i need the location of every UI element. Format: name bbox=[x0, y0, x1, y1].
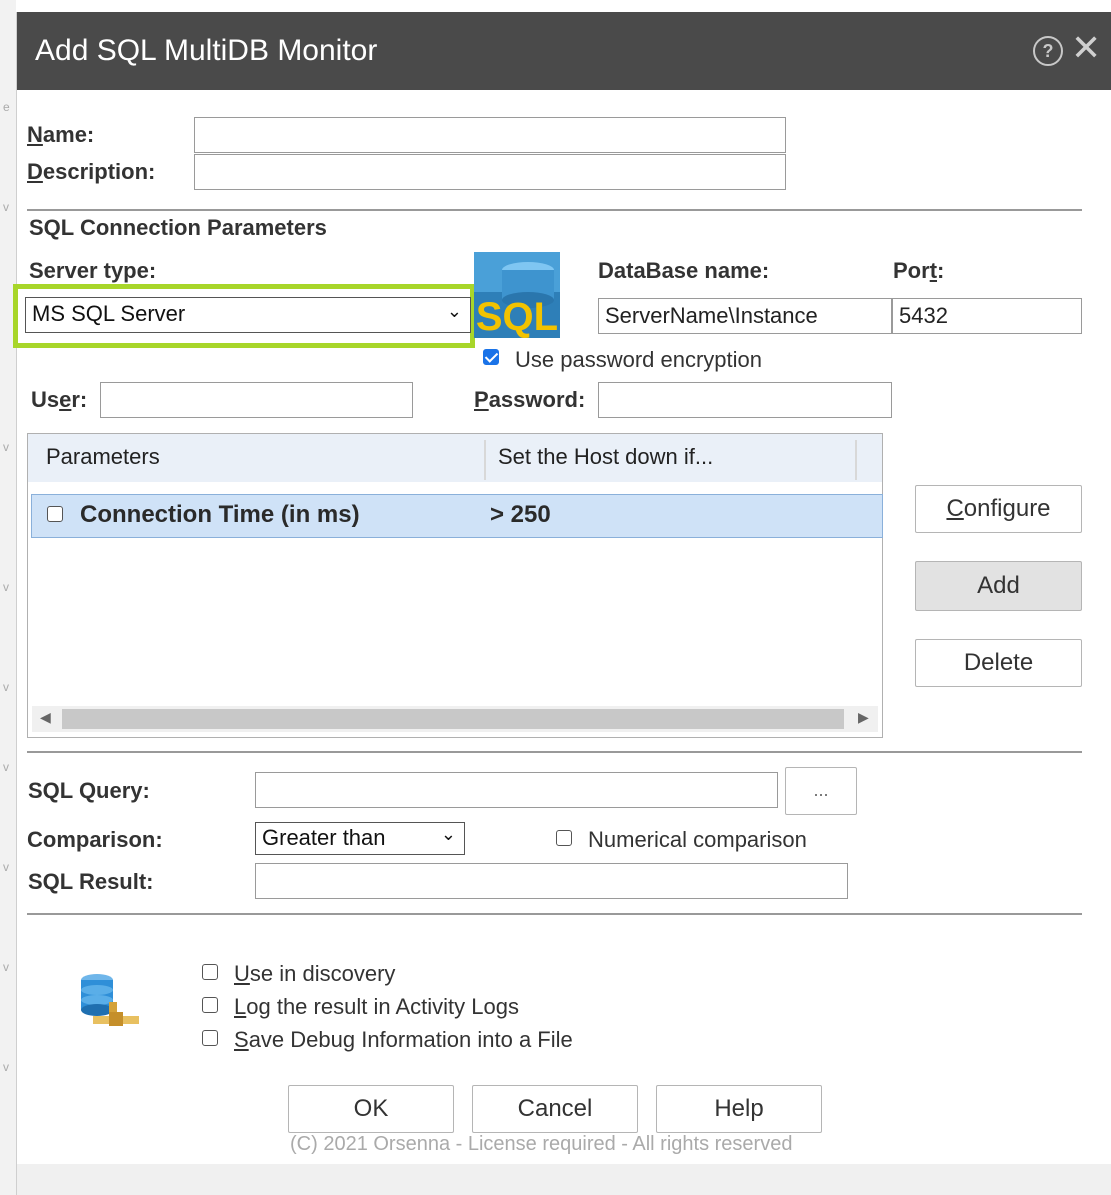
port-label: Port: bbox=[893, 258, 945, 283]
description-input[interactable] bbox=[194, 154, 786, 190]
database-name-label: DataBase name: bbox=[598, 258, 770, 283]
dialog-titlebar: Add SQL MultiDB Monitor ? ✕ bbox=[17, 12, 1111, 90]
scrollbar-thumb[interactable] bbox=[62, 709, 844, 729]
chevron-down-icon: ⌄ bbox=[440, 824, 456, 844]
scroll-left-icon[interactable]: ◀ bbox=[40, 709, 51, 726]
column-header-parameters[interactable]: Parameters bbox=[46, 444, 160, 470]
scroll-right-icon[interactable]: ▶ bbox=[858, 709, 869, 726]
numerical-comparison-checkbox[interactable] bbox=[556, 830, 572, 846]
divider bbox=[27, 751, 1082, 753]
save-debug-checkbox[interactable] bbox=[202, 1030, 218, 1046]
database-name-input[interactable] bbox=[598, 298, 892, 334]
row-checkbox[interactable] bbox=[47, 506, 63, 522]
row-parameter: Connection Time (in ms) bbox=[80, 501, 360, 528]
name-label: Name: bbox=[27, 122, 95, 147]
sql-database-icon: SQL bbox=[474, 252, 560, 338]
user-label: User: bbox=[31, 387, 88, 412]
use-in-discovery-checkbox[interactable] bbox=[202, 964, 218, 980]
add-button[interactable]: Add bbox=[915, 561, 1082, 611]
divider bbox=[27, 913, 1082, 915]
ok-button[interactable]: OK bbox=[288, 1085, 454, 1133]
log-result-label: Log the result in Activity Logs bbox=[234, 994, 519, 1019]
comparison-label: Comparison: bbox=[27, 827, 163, 852]
port-input[interactable] bbox=[892, 298, 1082, 334]
horizontal-scrollbar[interactable]: ◀ ▶ bbox=[32, 706, 878, 732]
use-in-discovery-label: Use in discovery bbox=[234, 961, 396, 986]
close-icon[interactable]: ✕ bbox=[1071, 28, 1101, 68]
column-header-condition[interactable]: Set the Host down if... bbox=[498, 444, 713, 470]
save-debug-label: Save Debug Information into a File bbox=[234, 1027, 573, 1052]
grid-header: Parameters Set the Host down if... bbox=[28, 434, 882, 482]
dialog-title: Add SQL MultiDB Monitor bbox=[35, 34, 378, 67]
parameters-grid: Parameters Set the Host down if... Conne… bbox=[27, 433, 883, 738]
table-row[interactable]: Connection Time (in ms) > 250 bbox=[31, 494, 883, 538]
password-input[interactable] bbox=[598, 382, 892, 418]
chevron-down-icon: ⌄ bbox=[446, 301, 462, 321]
log-result-checkbox[interactable] bbox=[202, 997, 218, 1013]
comparison-value: Greater than bbox=[262, 825, 386, 850]
column-separator bbox=[855, 440, 857, 480]
sql-query-label: SQL Query: bbox=[28, 778, 150, 803]
column-separator bbox=[484, 440, 486, 480]
sql-result-label: SQL Result: bbox=[28, 869, 154, 894]
row-condition: > 250 bbox=[490, 501, 551, 528]
comparison-select[interactable]: Greater than ⌄ bbox=[255, 822, 465, 855]
password-label: Password: bbox=[474, 387, 586, 412]
help-circle-icon[interactable]: ? bbox=[1033, 36, 1063, 66]
divider bbox=[27, 209, 1082, 211]
svg-text:SQL: SQL bbox=[476, 295, 558, 338]
sql-query-input[interactable] bbox=[255, 772, 778, 808]
background-window-strip: evv vvv vvv bbox=[0, 0, 16, 1195]
dialog-bottom-bar bbox=[17, 1164, 1111, 1195]
server-type-select[interactable]: MS SQL Server ⌄ bbox=[25, 297, 471, 333]
password-encryption-checkbox[interactable] bbox=[483, 349, 499, 365]
description-label: Description: bbox=[27, 159, 156, 184]
cancel-button[interactable]: Cancel bbox=[472, 1085, 638, 1133]
help-button[interactable]: Help bbox=[656, 1085, 822, 1133]
configure-button[interactable]: Configure bbox=[915, 485, 1082, 533]
server-type-value: MS SQL Server bbox=[32, 301, 186, 326]
browse-button[interactable]: ... bbox=[785, 767, 857, 815]
delete-button[interactable]: Delete bbox=[915, 639, 1082, 687]
user-input[interactable] bbox=[100, 382, 413, 418]
numerical-comparison-label: Numerical comparison bbox=[588, 827, 807, 852]
add-sql-multidb-dialog: Add SQL MultiDB Monitor ? ✕ Name: Descri… bbox=[13, 12, 1111, 1195]
sql-result-input[interactable] bbox=[255, 863, 848, 899]
database-network-icon bbox=[81, 974, 139, 1026]
copyright-text: (C) 2021 Orsenna - License required - Al… bbox=[290, 1133, 793, 1155]
server-type-label: Server type: bbox=[29, 258, 157, 283]
section-title: SQL Connection Parameters bbox=[29, 215, 327, 240]
password-encryption-label: Use password encryption bbox=[515, 347, 763, 372]
name-input[interactable] bbox=[194, 117, 786, 153]
